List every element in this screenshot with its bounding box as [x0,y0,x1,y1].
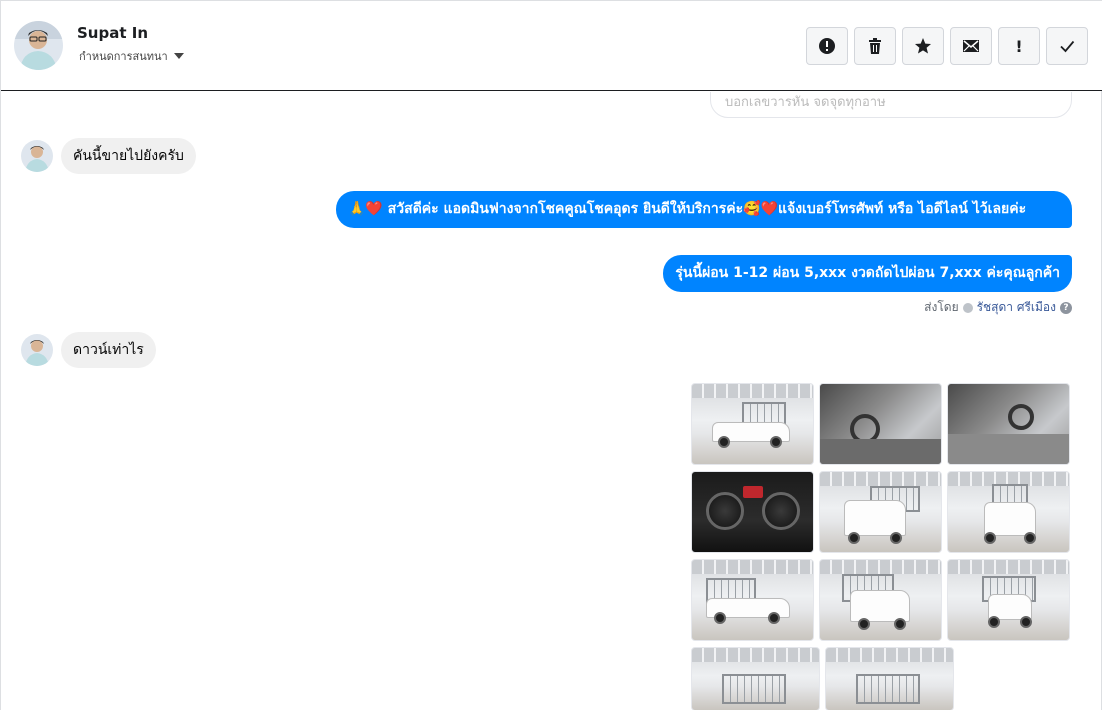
incoming-message-row: ดาวน์เท่าไร [21,332,156,368]
photo-truck-side-2[interactable] [691,559,814,641]
sent-by-label: ส่งโดย [924,300,959,314]
photo-truck-cage-1[interactable] [691,647,820,710]
message-thread[interactable]: บอกเลขวารหัน จดจุดทุกอาษ คันนี้ขายไปยังค… [1,92,1102,710]
photo-truck-side[interactable] [691,383,814,465]
verified-icon [962,302,973,313]
outgoing-message-bubble[interactable]: รุ่นนี้ผ่อน 1-12 ผ่อน 5,xxx งวดถัดไปผ่อน… [663,255,1072,292]
checkmark-icon [1060,40,1075,53]
delete-button[interactable] [854,27,896,65]
outgoing-message-bubble[interactable]: 🙏❤️ สวัสดีค่ะ แอดมินฟางจากโชคคูณโชคอุดร … [336,191,1072,228]
envelope-icon [963,40,979,52]
incoming-message-bubble[interactable]: ดาวน์เท่าไร [61,332,156,368]
contact-avatar[interactable] [14,21,63,70]
incoming-message-bubble[interactable]: คันนี้ขายไปยังครับ [61,138,196,174]
previous-message-bubble: บอกเลขวารหัน จดจุดทุกอาษ [710,92,1072,118]
photo-interior-driver[interactable] [819,383,942,465]
caret-down-icon [173,53,184,59]
sender-name-link[interactable]: รัชสุดา ศรีเมือง [977,298,1056,317]
photo-truck-front[interactable] [947,471,1070,553]
conversation-schedule-label: กำหนดการสนทนา [79,50,168,63]
sender-avatar [21,140,53,172]
alert-circle-icon [819,38,835,54]
star-icon [915,38,931,54]
conversation-header: Supat In กำหนดการสนทนา ! [1,1,1102,91]
conversation-panel: Supat In กำหนดการสนทนา ! บอกเลขวารหัน จด… [0,0,1102,710]
mark-unread-button[interactable] [950,27,992,65]
mark-spam-button[interactable] [806,27,848,65]
header-actions: ! [806,27,1088,65]
photo-truck-front-angle[interactable] [819,471,942,553]
sender-avatar [21,334,53,366]
sent-by-info: ส่งโดย รัชสุดา ศรีเมือง ? [924,298,1072,317]
incoming-message-row: คันนี้ขายไปยังครับ [21,138,196,174]
help-icon[interactable]: ? [1060,301,1072,314]
exclamation-icon: ! [1015,36,1023,56]
previous-message-text: บอกเลขวารหัน จดจุดทุกอาษ [725,95,886,110]
contact-name: Supat In [77,24,148,42]
photo-dashboard[interactable] [691,471,814,553]
trash-icon [869,38,881,54]
photo-interior-passenger[interactable] [947,383,1070,465]
conversation-schedule-dropdown[interactable]: กำหนดการสนทนา [79,47,184,65]
photo-truck-front-angle-2[interactable] [819,559,942,641]
follow-up-button[interactable]: ! [998,27,1040,65]
mark-done-button[interactable] [1046,27,1088,65]
star-button[interactable] [902,27,944,65]
photo-truck-rear[interactable] [947,559,1070,641]
photo-truck-cage-2[interactable] [825,647,954,710]
